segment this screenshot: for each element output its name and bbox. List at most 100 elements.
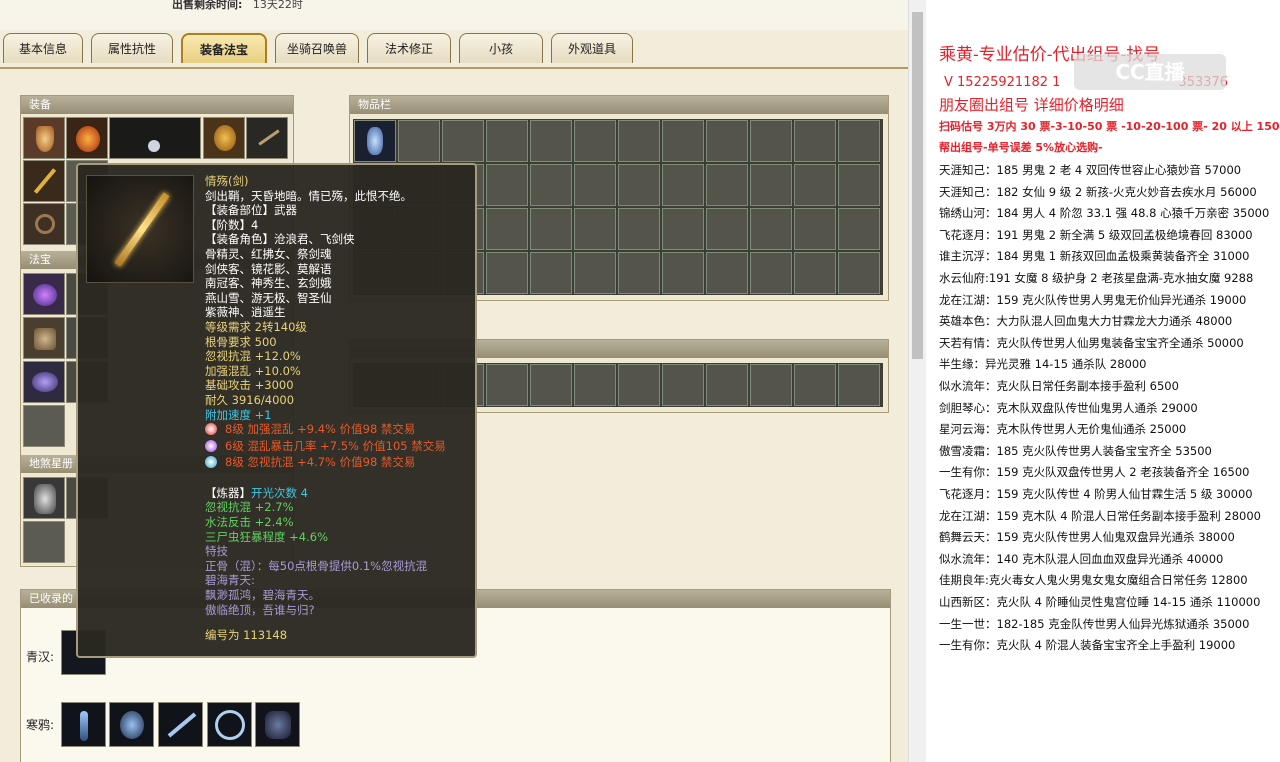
scrollbar[interactable] [908, 0, 926, 762]
item-stat: 忽视抗混 +12.0% [205, 349, 301, 364]
sale-time-label: 出售剩余时间: [172, 0, 243, 11]
inventory-cell[interactable] [530, 364, 572, 406]
dishalan-slot-empty[interactable] [23, 521, 65, 563]
inventory-cell[interactable] [662, 120, 704, 162]
doc-phone-number: V 15225921182 1 [944, 75, 1061, 90]
inventory-cell[interactable] [706, 120, 748, 162]
price-entry: 傲雪凌霜：185 克火队传世男人装备宝宝齐全 53500 [939, 443, 1212, 458]
dishalan-slot-1[interactable] [23, 477, 65, 519]
equip-slot-weapon[interactable] [23, 160, 65, 202]
inventory-cell[interactable] [794, 208, 836, 250]
equip-slot-armor[interactable] [66, 117, 108, 159]
refine-value: 开光次数 4 [251, 485, 308, 500]
gem-line: 6级 混乱暴击几率 +7.5% 价值105 禁交易 [225, 438, 446, 453]
inventory-cell[interactable] [486, 208, 528, 250]
inventory-cell[interactable] [618, 164, 660, 206]
inventory-cell[interactable] [618, 252, 660, 294]
inventory-cell[interactable] [618, 208, 660, 250]
inventory-cell[interactable] [662, 164, 704, 206]
tab-spell-mods[interactable]: 法术修正 [367, 33, 451, 63]
inventory-cell[interactable] [574, 364, 616, 406]
collected-item[interactable] [61, 702, 106, 747]
inventory-cell[interactable] [706, 364, 748, 406]
price-entry: 星河云海：克木队传世男人无价鬼仙通杀 25000 [939, 422, 1187, 437]
item-tooltip: 情殇(剑) 剑出鞘，天昏地暗。情已殇，此恨不绝。 【装备部位】武器 【阶数】4 【装备角… [76, 163, 477, 658]
gem-line: 8级 加强混乱 +9.4% 价值98 禁交易 [225, 422, 416, 437]
fabao-slot-1[interactable] [23, 273, 65, 315]
inventory-cell[interactable] [706, 208, 748, 250]
inventory-cell[interactable] [750, 120, 792, 162]
stream-watermark: CC直播 [1074, 54, 1226, 90]
inventory-cell[interactable] [530, 252, 572, 294]
inventory-cell[interactable] [354, 120, 396, 162]
inventory-cell[interactable] [750, 208, 792, 250]
inventory-cell[interactable] [530, 164, 572, 206]
inventory-cell[interactable] [838, 164, 880, 206]
inventory-cell[interactable] [442, 120, 484, 162]
inventory-cell[interactable] [706, 164, 748, 206]
collected-item[interactable] [207, 702, 252, 747]
inventory-cell[interactable] [574, 208, 616, 250]
inventory-cell[interactable] [750, 252, 792, 294]
inventory-cell[interactable] [750, 164, 792, 206]
scrollbar-thumb[interactable] [912, 12, 923, 359]
fabao-slot-3[interactable] [23, 317, 65, 359]
inventory-cell[interactable] [486, 120, 528, 162]
price-entry: 半生缘：异光灵雅 14-15 通杀队 28000 [939, 357, 1147, 372]
inventory-cell[interactable] [838, 364, 880, 406]
special-label: 特技 [205, 544, 228, 559]
price-entry: 龙在江湖：159 克火队传世男人男鬼无价仙异光通杀 19000 [939, 292, 1247, 307]
fabao-slot-empty[interactable] [23, 405, 65, 447]
gem-line: 8级 忽视抗混 +4.7% 价值98 禁交易 [225, 455, 416, 470]
inventory-cell[interactable] [662, 208, 704, 250]
inventory-cell[interactable] [750, 364, 792, 406]
inventory-cell[interactable] [794, 120, 836, 162]
inventory-cell[interactable] [794, 364, 836, 406]
equip-slot-shoes[interactable] [23, 203, 65, 245]
inventory-cell[interactable] [486, 364, 528, 406]
doc-rule-1: 扫码估号 3万内 30 票-3-10-50 票 -10-20-100 票- 20… [939, 120, 1280, 133]
inventory-cell[interactable] [706, 252, 748, 294]
equip-slot-belt[interactable] [246, 117, 288, 159]
equip-slot-helmet[interactable] [23, 117, 65, 159]
item-tier: 【阶数】4 [205, 217, 259, 232]
inventory-cell[interactable] [838, 252, 880, 294]
inventory-cell[interactable] [794, 252, 836, 294]
crystal-icon [367, 127, 383, 155]
tab-equipment[interactable]: 装备法宝 [181, 33, 267, 63]
tab-appearance[interactable]: 外观道具 [551, 33, 633, 63]
inventory-cell[interactable] [794, 164, 836, 206]
collected-item[interactable] [109, 702, 154, 747]
inventory-cell[interactable] [574, 120, 616, 162]
tab-child[interactable]: 小孩 [459, 33, 543, 63]
collected-item[interactable] [158, 702, 203, 747]
item-speed: 附加速度 +1 [205, 407, 272, 422]
inventory-cell[interactable] [662, 364, 704, 406]
doc-rule-2: 帮出组号-单号误差 5%放心选购- [939, 141, 1103, 154]
inventory-cell[interactable] [398, 120, 440, 162]
inventory-cell[interactable] [618, 120, 660, 162]
refine-stat: 三尸虫狂暴程度 +4.6% [205, 529, 329, 544]
special-line: 碧海青天: [205, 573, 255, 588]
inventory-cell[interactable] [574, 252, 616, 294]
inventory-cell[interactable] [530, 208, 572, 250]
inventory-cell[interactable] [618, 364, 660, 406]
inventory-cell[interactable] [530, 120, 572, 162]
inventory-cell[interactable] [574, 164, 616, 206]
inventory-cell[interactable] [662, 252, 704, 294]
fabao-slot-5[interactable] [23, 361, 65, 403]
tab-mount-summon[interactable]: 坐骑召唤兽 [275, 33, 359, 63]
tab-bar: 基本信息 属性抗性 装备法宝 坐骑召唤兽 法术修正 小孩 外观道具 [0, 31, 908, 69]
inventory-cell[interactable] [486, 252, 528, 294]
price-entry: 龙在江湖：159 克木队 4 阶混人日常任务副本接手盈利 28000 [939, 508, 1261, 523]
inventory-cell[interactable] [838, 208, 880, 250]
tab-basic-info[interactable]: 基本信息 [3, 33, 83, 63]
equip-slot-necklace[interactable] [203, 117, 245, 159]
inventory-cell[interactable] [486, 164, 528, 206]
item-desc: 剑出鞘，天昏地暗。情已殇，此恨不绝。 [205, 188, 412, 203]
inventory-cell[interactable] [838, 120, 880, 162]
collected-item[interactable] [255, 702, 300, 747]
refine-stat: 忽视抗混 +2.7% [205, 500, 294, 515]
tab-attributes[interactable]: 属性抗性 [91, 33, 173, 63]
price-list-document: 乘黄-专业估价-代出组号-找号 V 15225921182 1353376 CC… [926, 0, 1280, 762]
